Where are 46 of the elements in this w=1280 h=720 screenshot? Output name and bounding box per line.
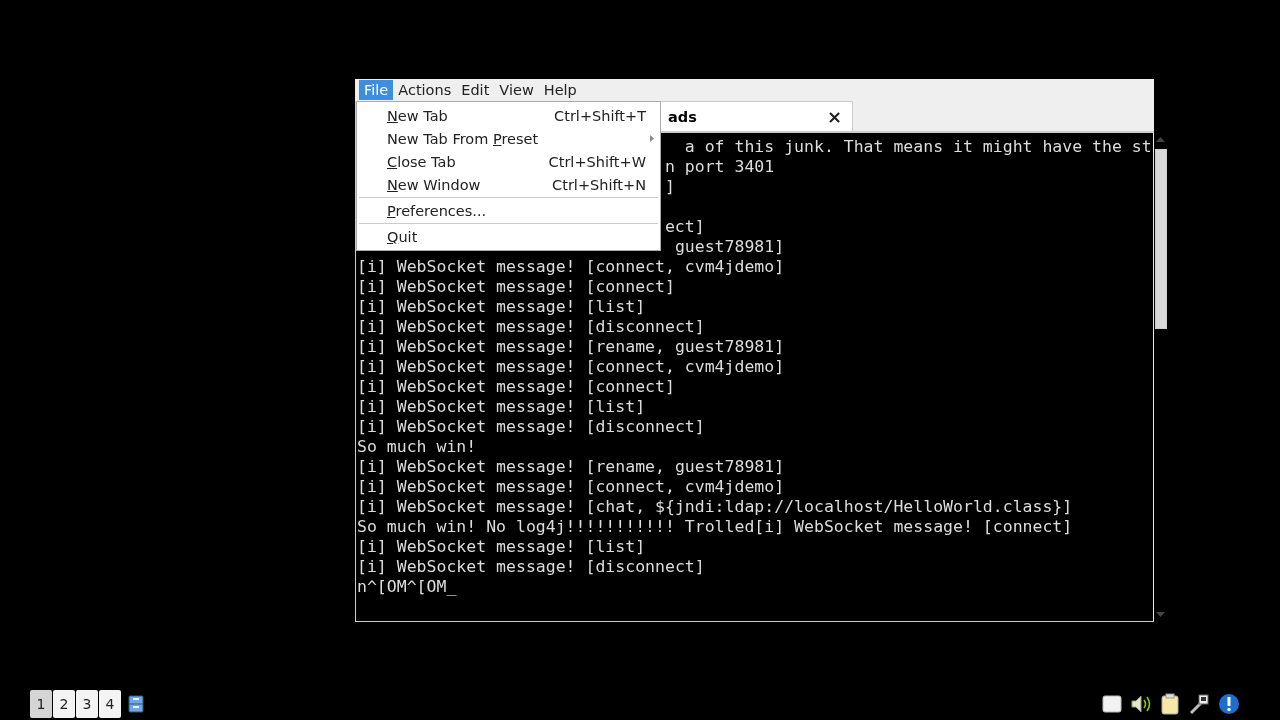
desktop-button[interactable]: 1 <box>30 690 52 718</box>
terminal-line: [i] WebSocket message! [list] <box>357 297 646 316</box>
drive-icon[interactable] <box>1102 695 1122 713</box>
menu-item[interactable]: Actions <box>393 80 457 100</box>
submenu-arrow-icon <box>650 135 654 142</box>
desktop-button[interactable]: 3 <box>76 690 98 718</box>
terminal-line: So much win! No log4j!!!!!!!!!!! Trolled[i] WebSocket message! [connect] <box>357 517 1073 536</box>
terminal-line: a of this junk. That means it might have the st <box>684 137 1152 156</box>
close-icon[interactable]: × <box>826 106 842 127</box>
menu-item[interactable]: Edit <box>456 80 495 100</box>
menu-item[interactable]: Preferences... <box>357 199 660 222</box>
file-cabinet-icon[interactable] <box>128 695 144 713</box>
terminal-line: guest78981] <box>674 237 785 256</box>
terminal-line: ect] <box>664 217 705 236</box>
menu-item[interactable]: Quit <box>357 225 660 248</box>
terminal-line: [i] WebSocket message! [connect, cvm4jdemo] <box>357 357 785 376</box>
tab-title: ads <box>668 108 697 125</box>
terminal-line: [i] WebSocket message! [chat, ${jndi:ldap://localhost/HelloWorld.class}] <box>357 497 1073 516</box>
terminal-line: [i] WebSocket message! [connect, cvm4jdemo] <box>357 477 785 496</box>
menu-item[interactable]: Close Tab Ctrl+Shift+W <box>357 150 660 173</box>
volume-icon[interactable] <box>1130 694 1152 714</box>
menu-item[interactable]: New Window Ctrl+Shift+N <box>357 173 660 196</box>
terminal-line: So much win! <box>357 437 477 456</box>
terminal-line: [i] WebSocket message! [list] <box>357 397 646 416</box>
terminal-line: [i] WebSocket message! [disconnect] <box>357 417 705 436</box>
menu-item[interactable]: Help <box>538 80 582 100</box>
terminal-line: [i] WebSocket message! [connect, cvm4jdemo] <box>357 257 785 276</box>
scrollbar-thumb[interactable] <box>1154 149 1167 329</box>
desktop-button[interactable]: 4 <box>99 690 121 718</box>
terminal-line: [i] WebSocket message! [connect] <box>357 277 675 296</box>
notification-icon[interactable] <box>1218 693 1240 715</box>
menu-item[interactable]: View <box>494 80 539 100</box>
menu-item[interactable]: New Tab From Preset <box>357 127 660 150</box>
terminal-line: [i] WebSocket message! [disconnect] <box>357 317 705 336</box>
terminal-line: ] <box>664 177 675 196</box>
network-cable-icon[interactable] <box>1188 693 1210 715</box>
desktop-button[interactable]: 2 <box>53 690 75 718</box>
menu-item[interactable]: New Tab Ctrl+Shift+T <box>357 104 660 127</box>
terminal-line: [i] WebSocket message! [rename, guest78981] <box>357 337 785 356</box>
terminal-line: [i] WebSocket message! [disconnect] <box>357 557 705 576</box>
clipboard-icon[interactable] <box>1160 693 1180 715</box>
terminal-line: n^[OM^[OM_ <box>357 577 457 596</box>
terminal-line: [i] WebSocket message! [rename, guest78981] <box>357 457 785 476</box>
terminal-line: n port 3401 <box>664 157 775 176</box>
terminal-line: [i] WebSocket message! [list] <box>357 537 646 556</box>
terminal-line: [i] WebSocket message! [connect] <box>357 377 675 396</box>
